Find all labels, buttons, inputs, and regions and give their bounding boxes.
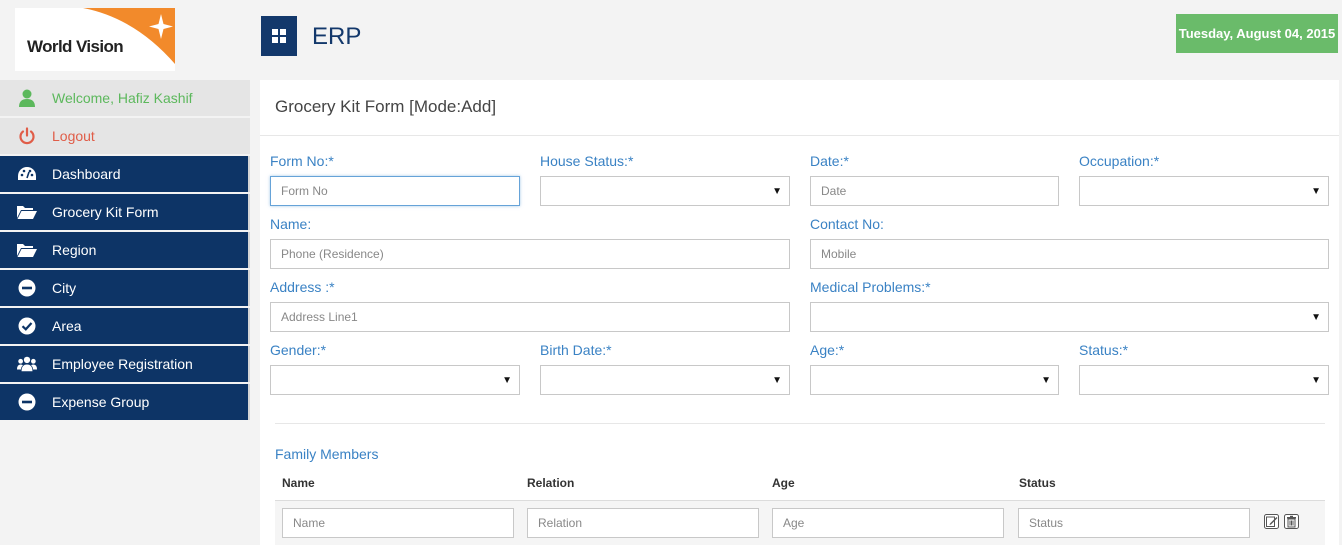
minus-circle-icon <box>17 392 37 412</box>
logout-label: Logout <box>52 128 95 144</box>
dropdown-arrow-icon: ▼ <box>1311 375 1321 386</box>
sidebar-item-city[interactable]: City <box>0 270 250 306</box>
app-title: ERP <box>312 23 362 50</box>
sidebar-item-employee-registration[interactable]: Employee Registration <box>0 346 250 382</box>
user-icon <box>17 88 37 108</box>
sidebar-item-label: Expense Group <box>52 394 150 410</box>
sidebar: Welcome, Hafiz Kashif Logout Dashboard G… <box>0 80 250 422</box>
dropdown-arrow-icon: ▼ <box>1311 186 1321 197</box>
age-select[interactable]: ▼ <box>810 365 1059 395</box>
house-status-label: House Status:* <box>540 153 634 169</box>
sidebar-item-area[interactable]: Area <box>0 308 250 344</box>
column-header-age: Age <box>772 476 795 490</box>
gender-label: Gender:* <box>270 342 327 358</box>
sidebar-item-label: Dashboard <box>52 166 121 182</box>
dropdown-arrow-icon: ▼ <box>502 375 512 386</box>
dropdown-arrow-icon: ▼ <box>1311 312 1321 323</box>
sidebar-item-dashboard[interactable]: Dashboard <box>0 156 250 192</box>
grid-icon <box>272 29 286 43</box>
date-label: Date:* <box>810 153 849 169</box>
date-input[interactable] <box>810 176 1059 206</box>
dropdown-arrow-icon: ▼ <box>772 375 782 386</box>
delete-icon[interactable] <box>1284 514 1299 529</box>
sidebar-item-label: Area <box>52 318 82 334</box>
check-circle-icon <box>17 316 37 336</box>
logo-text: World Vision <box>27 37 124 56</box>
sidebar-item-expense-group[interactable]: Expense Group <box>0 384 250 420</box>
birth-date-label: Birth Date:* <box>540 342 612 358</box>
occupation-select[interactable]: ▼ <box>1079 176 1329 206</box>
medical-problems-select[interactable]: ▼ <box>810 302 1329 332</box>
birth-date-select[interactable]: ▼ <box>540 365 790 395</box>
status-label: Status:* <box>1079 342 1129 358</box>
sidebar-item-region[interactable]: Region <box>0 232 250 268</box>
address-label: Address :* <box>270 279 335 295</box>
family-relation-input[interactable] <box>527 508 759 538</box>
sidebar-item-label: City <box>52 280 77 296</box>
sidebar-item-grocery-kit-form[interactable]: Grocery Kit Form <box>0 194 250 230</box>
minus-circle-icon <box>17 278 37 298</box>
sidebar-item-label: Employee Registration <box>52 356 193 372</box>
power-icon <box>17 126 37 146</box>
form-no-label: Form No:* <box>270 153 334 169</box>
form-no-input[interactable] <box>270 176 520 206</box>
family-status-input[interactable] <box>1018 508 1250 538</box>
welcome-user[interactable]: Welcome, Hafiz Kashif <box>0 80 250 116</box>
dropdown-arrow-icon: ▼ <box>772 186 782 197</box>
logout-button[interactable]: Logout <box>0 118 250 154</box>
sidebar-item-label: Grocery Kit Form <box>52 204 159 220</box>
welcome-label: Welcome, Hafiz Kashif <box>52 90 193 106</box>
name-input[interactable] <box>270 239 790 269</box>
date-badge: Tuesday, August 04, 2015 <box>1176 14 1338 53</box>
column-header-name: Name <box>282 476 315 490</box>
grocery-kit-form-panel: Grocery Kit Form [Mode:Add] Form No:* Ho… <box>260 80 1339 545</box>
users-icon <box>17 354 37 374</box>
family-age-input[interactable] <box>772 508 1004 538</box>
gender-select[interactable]: ▼ <box>270 365 520 395</box>
dropdown-arrow-icon: ▼ <box>1041 375 1051 386</box>
age-label: Age:* <box>810 342 845 358</box>
family-name-input[interactable] <box>282 508 514 538</box>
folder-open-icon <box>17 240 37 260</box>
dashboard-icon <box>17 164 37 184</box>
contact-no-input[interactable] <box>810 239 1329 269</box>
form-title: Grocery Kit Form [Mode:Add] <box>275 97 497 116</box>
status-select[interactable]: ▼ <box>1079 365 1329 395</box>
column-header-relation: Relation <box>527 476 575 490</box>
family-members-title: Family Members <box>275 446 379 462</box>
edit-icon[interactable] <box>1264 514 1279 529</box>
panel-header: Grocery Kit Form [Mode:Add] <box>260 80 1339 136</box>
medical-problems-label: Medical Problems:* <box>810 279 931 295</box>
address-input[interactable] <box>270 302 790 332</box>
column-header-status: Status <box>1019 476 1056 490</box>
contact-no-label: Contact No: <box>810 216 884 232</box>
name-label: Name: <box>270 216 312 232</box>
menu-toggle-button[interactable] <box>261 16 297 56</box>
house-status-select[interactable]: ▼ <box>540 176 790 206</box>
section-divider <box>275 423 1325 424</box>
sidebar-item-label: Region <box>52 242 97 258</box>
folder-open-icon <box>17 202 37 222</box>
occupation-label: Occupation:* <box>1079 153 1160 169</box>
world-vision-logo: World Vision <box>15 8 175 71</box>
